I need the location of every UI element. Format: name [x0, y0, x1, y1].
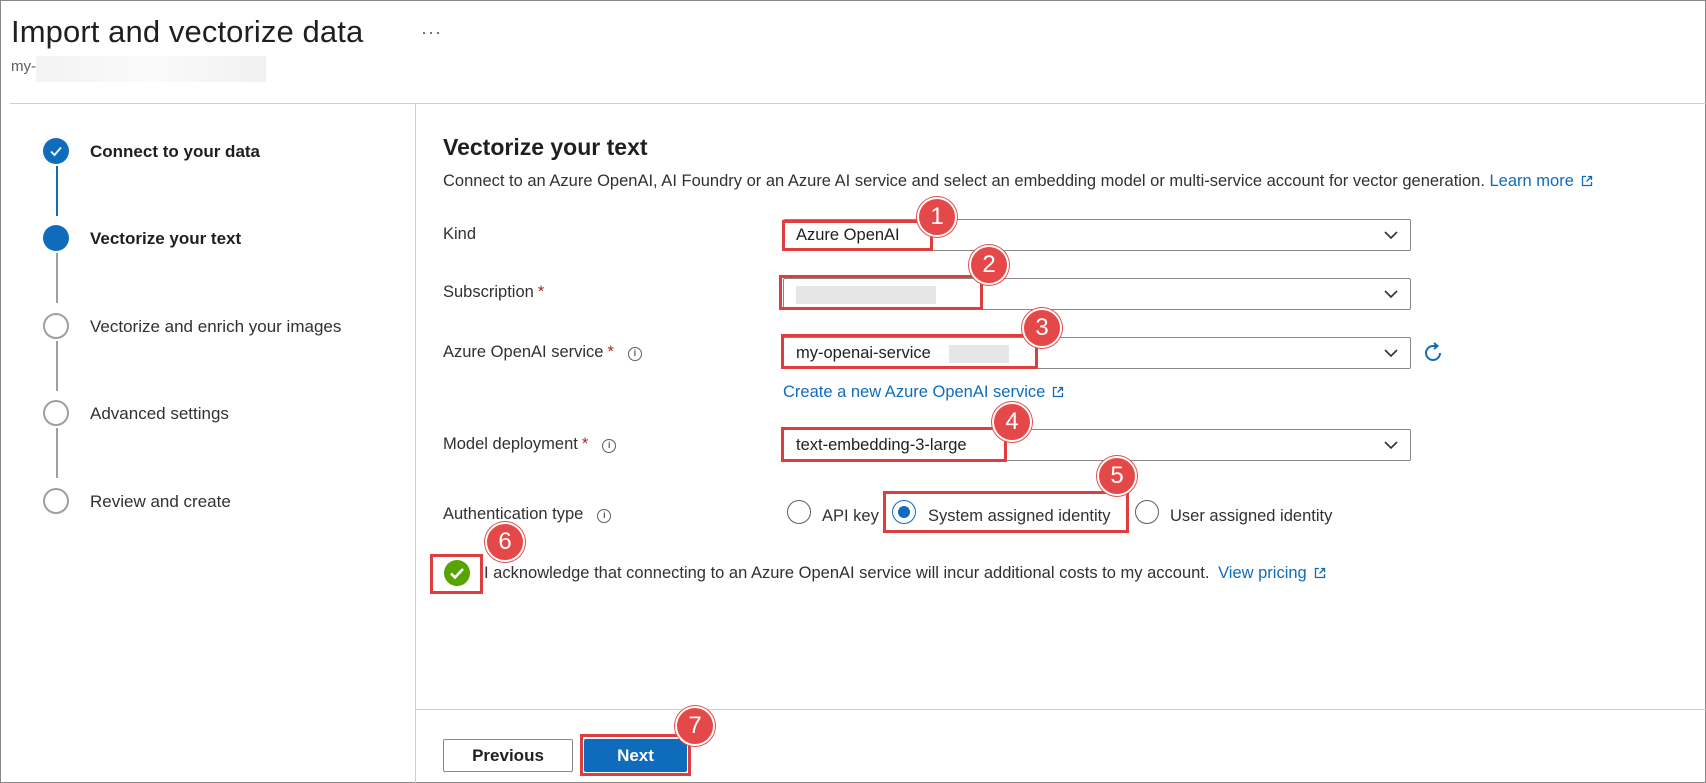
- footer-divider: [416, 709, 1706, 710]
- model-deployment-value: text-embedding-3-large: [796, 436, 967, 454]
- subscription-dropdown[interactable]: [783, 278, 1411, 310]
- kind-dropdown[interactable]: Azure OpenAI: [783, 219, 1411, 251]
- callout-number: 5: [1097, 456, 1137, 496]
- model-deployment-dropdown[interactable]: text-embedding-3-large: [783, 429, 1411, 461]
- refresh-icon[interactable]: [1421, 341, 1445, 365]
- checkmark-icon: [450, 568, 464, 580]
- description-text: Connect to an Azure OpenAI, AI Foundry o…: [443, 172, 1485, 190]
- api-key-label[interactable]: API key: [822, 507, 879, 526]
- radio-user-assigned-identity[interactable]: [1135, 500, 1159, 524]
- kind-label: Kind: [443, 225, 477, 243]
- redacted-subscription: [796, 286, 936, 304]
- required-marker: *: [537, 283, 545, 301]
- acknowledge-text: I acknowledge that connecting to an Azur…: [484, 564, 1326, 583]
- user-assigned-identity-label[interactable]: User assigned identity: [1170, 507, 1332, 526]
- create-link-label: Create a new Azure OpenAI service: [783, 383, 1046, 401]
- step-advanced-settings[interactable]: Advanced settings: [90, 404, 229, 424]
- step-connector: [56, 253, 58, 303]
- auth-type-label: Authentication type i: [443, 505, 612, 524]
- section-description: Connect to an Azure OpenAI, AI Foundry o…: [443, 172, 1593, 191]
- step-pending-dot: [43, 400, 69, 426]
- callout-number: 1: [917, 197, 957, 237]
- acknowledge-label: I acknowledge that connecting to an Azur…: [484, 564, 1210, 582]
- info-icon[interactable]: i: [627, 347, 642, 361]
- step-current-dot: [43, 225, 69, 251]
- auth-type-label-text: Authentication type: [443, 505, 584, 523]
- step-pending-dot: [43, 488, 69, 514]
- system-assigned-identity-label[interactable]: System assigned identity: [928, 507, 1111, 526]
- external-link-icon: [1314, 567, 1325, 579]
- info-icon[interactable]: i: [597, 509, 612, 523]
- info-icon[interactable]: i: [602, 439, 617, 453]
- step-connector: [56, 428, 58, 478]
- required-marker: *: [581, 435, 589, 453]
- acknowledge-checkbox[interactable]: [444, 560, 470, 586]
- create-openai-service-link[interactable]: Create a new Azure OpenAI service: [783, 383, 1064, 402]
- step-review-create[interactable]: Review and create: [90, 492, 231, 512]
- model-deployment-label-text: Model deployment: [443, 435, 578, 453]
- radio-system-assigned-identity[interactable]: [892, 500, 916, 524]
- callout-number: 4: [992, 402, 1032, 442]
- learn-more-label: Learn more: [1489, 172, 1574, 190]
- kind-value: Azure OpenAI: [796, 226, 900, 244]
- callout-number: 6: [485, 522, 525, 562]
- callout-number: 7: [675, 706, 715, 746]
- view-pricing-label: View pricing: [1218, 564, 1307, 582]
- chevron-down-icon: [1384, 290, 1398, 299]
- step-pending-dot: [43, 313, 69, 339]
- pane-divider: [415, 104, 416, 783]
- subscription-label: Subscription *: [443, 283, 544, 302]
- step-connector-done: [56, 166, 58, 216]
- openai-service-dropdown[interactable]: my-openai-service: [783, 337, 1411, 369]
- external-link-icon: [1053, 386, 1064, 398]
- openai-service-value: my-openai-service: [796, 344, 931, 362]
- required-marker: *: [607, 343, 614, 361]
- step-connect-data[interactable]: Connect to your data: [90, 142, 260, 162]
- callout-number: 3: [1022, 308, 1062, 348]
- section-title: Vectorize your text: [443, 134, 648, 160]
- radio-api-key[interactable]: [787, 500, 811, 524]
- wizard-steps-pane: [10, 104, 416, 783]
- external-link-icon: [1581, 175, 1593, 187]
- chevron-down-icon: [1384, 349, 1398, 358]
- openai-service-label-text: Azure OpenAI service: [443, 343, 604, 361]
- chevron-down-icon: [1384, 441, 1398, 450]
- subscription-label-text: Subscription: [443, 283, 534, 301]
- resource-name: my-: [11, 58, 36, 75]
- callout-number: 2: [969, 245, 1009, 285]
- redacted-resource-name: [36, 56, 266, 82]
- learn-more-link[interactable]: Learn more: [1490, 172, 1593, 190]
- step-complete-check-icon: [43, 138, 69, 164]
- view-pricing-link[interactable]: View pricing: [1218, 564, 1326, 582]
- model-deployment-label: Model deployment * i: [443, 435, 617, 454]
- step-vectorize-text[interactable]: Vectorize your text: [90, 229, 241, 249]
- more-options-button[interactable]: ···: [421, 22, 442, 43]
- page-title: Import and vectorize data: [11, 14, 364, 49]
- step-connector: [56, 341, 58, 391]
- openai-service-label: Azure OpenAI service * i: [443, 343, 642, 362]
- next-button[interactable]: Next: [584, 739, 687, 772]
- chevron-down-icon: [1384, 231, 1398, 240]
- step-vectorize-images[interactable]: Vectorize and enrich your images: [90, 317, 341, 337]
- previous-button[interactable]: Previous: [443, 739, 573, 772]
- redacted-service-suffix: [949, 345, 1009, 363]
